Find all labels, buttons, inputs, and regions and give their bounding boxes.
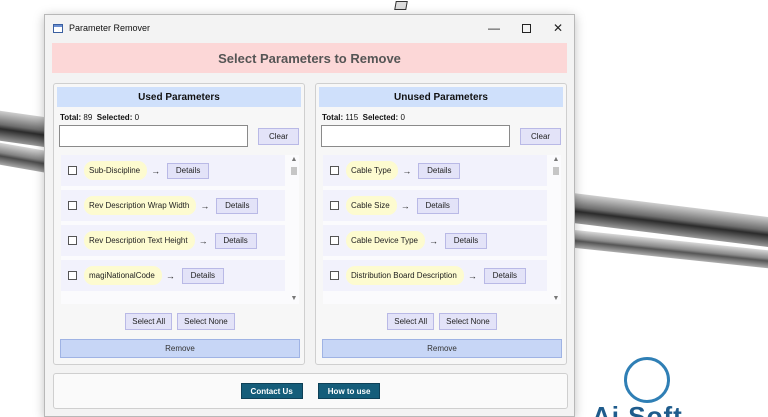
details-button[interactable]: Details xyxy=(483,267,526,284)
arrow-icon: → xyxy=(198,235,208,246)
used-parameters-panel: Used Parameters Total: 89 Selected: 0 Cl… xyxy=(53,83,305,365)
title-bar[interactable]: Parameter Remover — ✕ xyxy=(45,15,574,41)
unused-select-all-button[interactable]: Select All xyxy=(387,313,435,330)
list-item: Cable Size → Details xyxy=(323,190,547,221)
list-item: Rev Description Text Height → Details xyxy=(61,225,285,256)
item-checkbox[interactable] xyxy=(68,166,77,175)
used-remove-button[interactable]: Remove xyxy=(60,339,300,358)
parameter-name: Cable Type xyxy=(346,161,399,180)
close-button[interactable]: ✕ xyxy=(542,15,574,41)
arrow-icon: → xyxy=(165,270,175,281)
brand-logo: Ai Soft xyxy=(592,357,768,417)
selected-value: 0 xyxy=(400,113,405,122)
item-checkbox[interactable] xyxy=(330,271,339,280)
item-checkbox[interactable] xyxy=(68,271,77,280)
list-item: Sub-Discipline → Details xyxy=(61,155,285,186)
item-checkbox[interactable] xyxy=(330,236,339,245)
total-label: Total: xyxy=(322,113,344,122)
unused-remove-button[interactable]: Remove xyxy=(322,339,562,358)
total-value: 89 xyxy=(83,113,93,122)
used-list-scrollbar[interactable]: ▲ ▼ xyxy=(289,155,299,304)
scroll-up-icon[interactable]: ▲ xyxy=(289,155,299,165)
scroll-down-icon[interactable]: ▼ xyxy=(551,294,561,304)
unused-search-row: Clear xyxy=(321,125,561,147)
used-select-none-button[interactable]: Select None xyxy=(177,313,235,330)
item-checkbox[interactable] xyxy=(330,201,339,210)
arrow-icon: → xyxy=(400,200,410,211)
window-title: Parameter Remover xyxy=(69,23,151,33)
scroll-up-icon[interactable]: ▲ xyxy=(551,155,561,165)
used-search-input[interactable] xyxy=(59,125,248,147)
details-button[interactable]: Details xyxy=(416,197,459,214)
used-select-all-button[interactable]: Select All xyxy=(125,313,173,330)
list-item: Rev Description Wrap Width → Details xyxy=(61,190,285,221)
details-button[interactable]: Details xyxy=(445,232,487,249)
selected-label: Selected: xyxy=(362,113,399,122)
unused-search-input[interactable] xyxy=(321,125,510,147)
app-window-icon xyxy=(53,23,63,33)
list-item: magiNationalCode → Details xyxy=(61,260,285,291)
used-selection-buttons: Select All Select None xyxy=(54,313,306,330)
parameter-remover-window: Parameter Remover — ✕ Select Parameters … xyxy=(44,14,575,417)
arrow-icon: → xyxy=(200,200,210,211)
details-button[interactable]: Details xyxy=(181,267,224,284)
logo-text: Ai Soft xyxy=(592,401,683,417)
parameter-name: Cable Size xyxy=(346,196,397,215)
contact-us-button[interactable]: Contact Us xyxy=(240,383,303,399)
parameter-name: Cable Device Type xyxy=(346,231,425,250)
details-button[interactable]: Details xyxy=(216,197,259,214)
parameter-name: Rev Description Text Height xyxy=(84,231,195,250)
list-item: Cable Device Type → Details xyxy=(323,225,547,256)
unused-counts: Total: 115 Selected: 0 xyxy=(322,113,566,122)
list-item: Cable Type → Details xyxy=(323,155,547,186)
total-value: 115 xyxy=(345,113,359,122)
panels-container: Used Parameters Total: 89 Selected: 0 Cl… xyxy=(53,83,568,365)
footer-bar: Contact Us How to use xyxy=(53,373,568,409)
minimize-button[interactable]: — xyxy=(478,15,510,41)
arrow-icon: → xyxy=(151,165,161,176)
how-to-use-button[interactable]: How to use xyxy=(317,383,381,399)
details-button[interactable]: Details xyxy=(167,162,210,179)
selected-label: Selected: xyxy=(96,113,133,122)
page-title: Select Parameters to Remove xyxy=(52,43,567,73)
viewcube-icon xyxy=(394,1,408,10)
arrow-icon: → xyxy=(402,165,412,176)
list-item: Distribution Board Description → Details xyxy=(323,260,547,291)
details-button[interactable]: Details xyxy=(214,232,257,249)
arrow-icon: → xyxy=(467,270,477,281)
total-label: Total: xyxy=(60,113,82,122)
scroll-thumb[interactable] xyxy=(291,167,297,175)
unused-parameters-panel: Unused Parameters Total: 115 Selected: 0… xyxy=(315,83,567,365)
parameter-name: Sub-Discipline xyxy=(84,161,148,180)
scroll-thumb[interactable] xyxy=(553,167,559,175)
item-checkbox[interactable] xyxy=(68,236,77,245)
details-button[interactable]: Details xyxy=(418,162,461,179)
unused-clear-button[interactable]: Clear xyxy=(520,127,561,145)
maximize-button[interactable] xyxy=(510,15,542,41)
used-clear-button[interactable]: Clear xyxy=(258,127,299,145)
maximize-icon xyxy=(521,23,531,33)
unused-parameters-list[interactable]: Cable Type → Details Cable Size → Detail… xyxy=(323,155,561,304)
item-checkbox[interactable] xyxy=(330,166,339,175)
selected-value: 0 xyxy=(134,113,140,122)
unused-selection-buttons: Select All Select None xyxy=(316,313,568,330)
used-counts: Total: 89 Selected: 0 xyxy=(60,113,304,122)
unused-select-none-button[interactable]: Select None xyxy=(439,313,497,330)
scroll-down-icon[interactable]: ▼ xyxy=(289,294,299,304)
parameter-name: magiNationalCode xyxy=(84,266,162,285)
arrow-icon: → xyxy=(429,235,438,246)
unused-parameters-title: Unused Parameters xyxy=(319,87,563,107)
window-controls: — ✕ xyxy=(478,15,574,41)
unused-list-scrollbar[interactable]: ▲ ▼ xyxy=(551,155,561,304)
parameter-name: Rev Description Wrap Width xyxy=(84,196,197,215)
parameter-name: Distribution Board Description xyxy=(346,266,464,285)
used-parameters-title: Used Parameters xyxy=(57,87,301,107)
used-parameters-list[interactable]: Sub-Discipline → Details Rev Description… xyxy=(61,155,299,304)
network-logo-icon xyxy=(624,357,670,403)
item-checkbox[interactable] xyxy=(68,201,77,210)
used-search-row: Clear xyxy=(59,125,299,147)
